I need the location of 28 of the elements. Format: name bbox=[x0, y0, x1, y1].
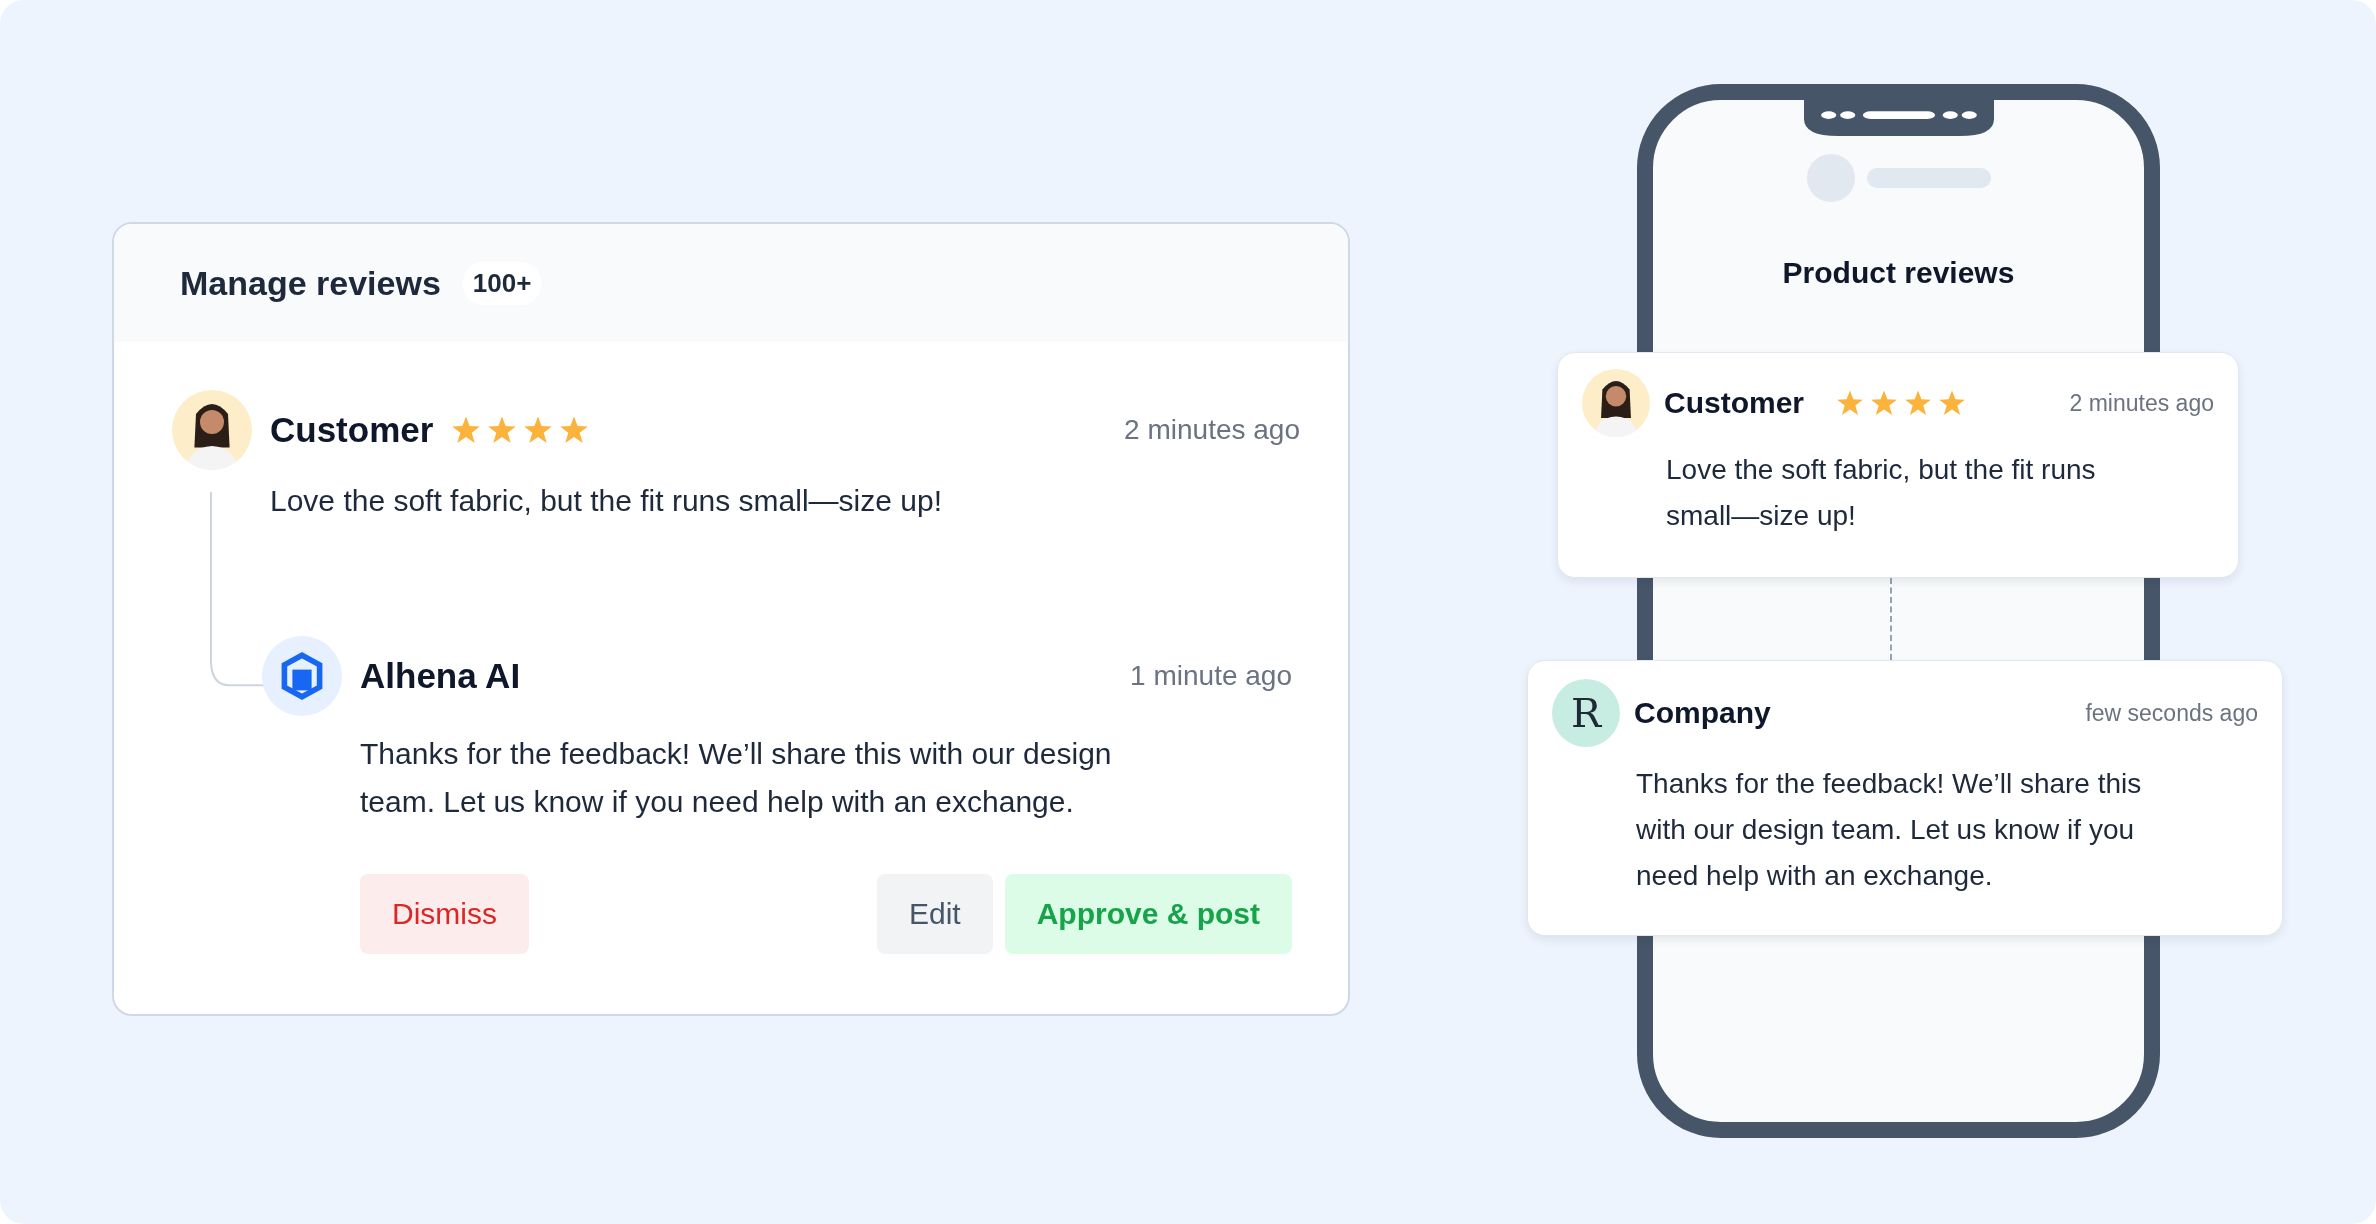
edit-button[interactable]: Edit bbox=[876, 874, 993, 954]
timestamp: 2 minutes ago bbox=[1124, 414, 1300, 446]
reply-text: Thanks for the feedback! We’ll share this with our design team. Let us know if you need help with an exchange. bbox=[360, 736, 1113, 820]
author-name: Customer bbox=[270, 410, 434, 450]
panel-title: Manage reviews bbox=[180, 263, 441, 303]
count-badge: 100+ bbox=[462, 261, 542, 305]
star-icon bbox=[1870, 389, 1899, 417]
author-name: Company bbox=[1634, 696, 1771, 730]
star-icon bbox=[1904, 389, 1933, 417]
approve-button[interactable]: Approve & post bbox=[1004, 874, 1292, 954]
star-icon bbox=[1938, 389, 1967, 417]
reply-text: Thanks for the feedback! We’ll share this with our design team. Let us know if you need help with an exchange. bbox=[1636, 767, 2143, 893]
star-icon bbox=[559, 415, 590, 445]
timestamp: few seconds ago bbox=[2085, 699, 2258, 727]
company-logo: R bbox=[1552, 679, 1620, 747]
dismiss-button[interactable]: Dismiss bbox=[360, 874, 529, 954]
star-icon bbox=[523, 415, 554, 445]
review-text: Love the soft fabric, but the fit runs small—size up! bbox=[270, 484, 943, 518]
author-name: Customer bbox=[1664, 386, 1805, 420]
star-icon bbox=[487, 415, 518, 445]
author-name: Alhena AI bbox=[360, 656, 521, 696]
logo-icon bbox=[262, 636, 342, 716]
review-text: Love the soft fabric, but the fit runs small—size up! bbox=[1666, 453, 2097, 533]
timestamp: 1 minute ago bbox=[1130, 660, 1292, 692]
star-icon bbox=[451, 415, 482, 445]
screen-title: Product reviews bbox=[1782, 256, 2015, 290]
timestamp: 2 minutes ago bbox=[2069, 389, 2214, 417]
star-icon bbox=[1836, 389, 1865, 417]
